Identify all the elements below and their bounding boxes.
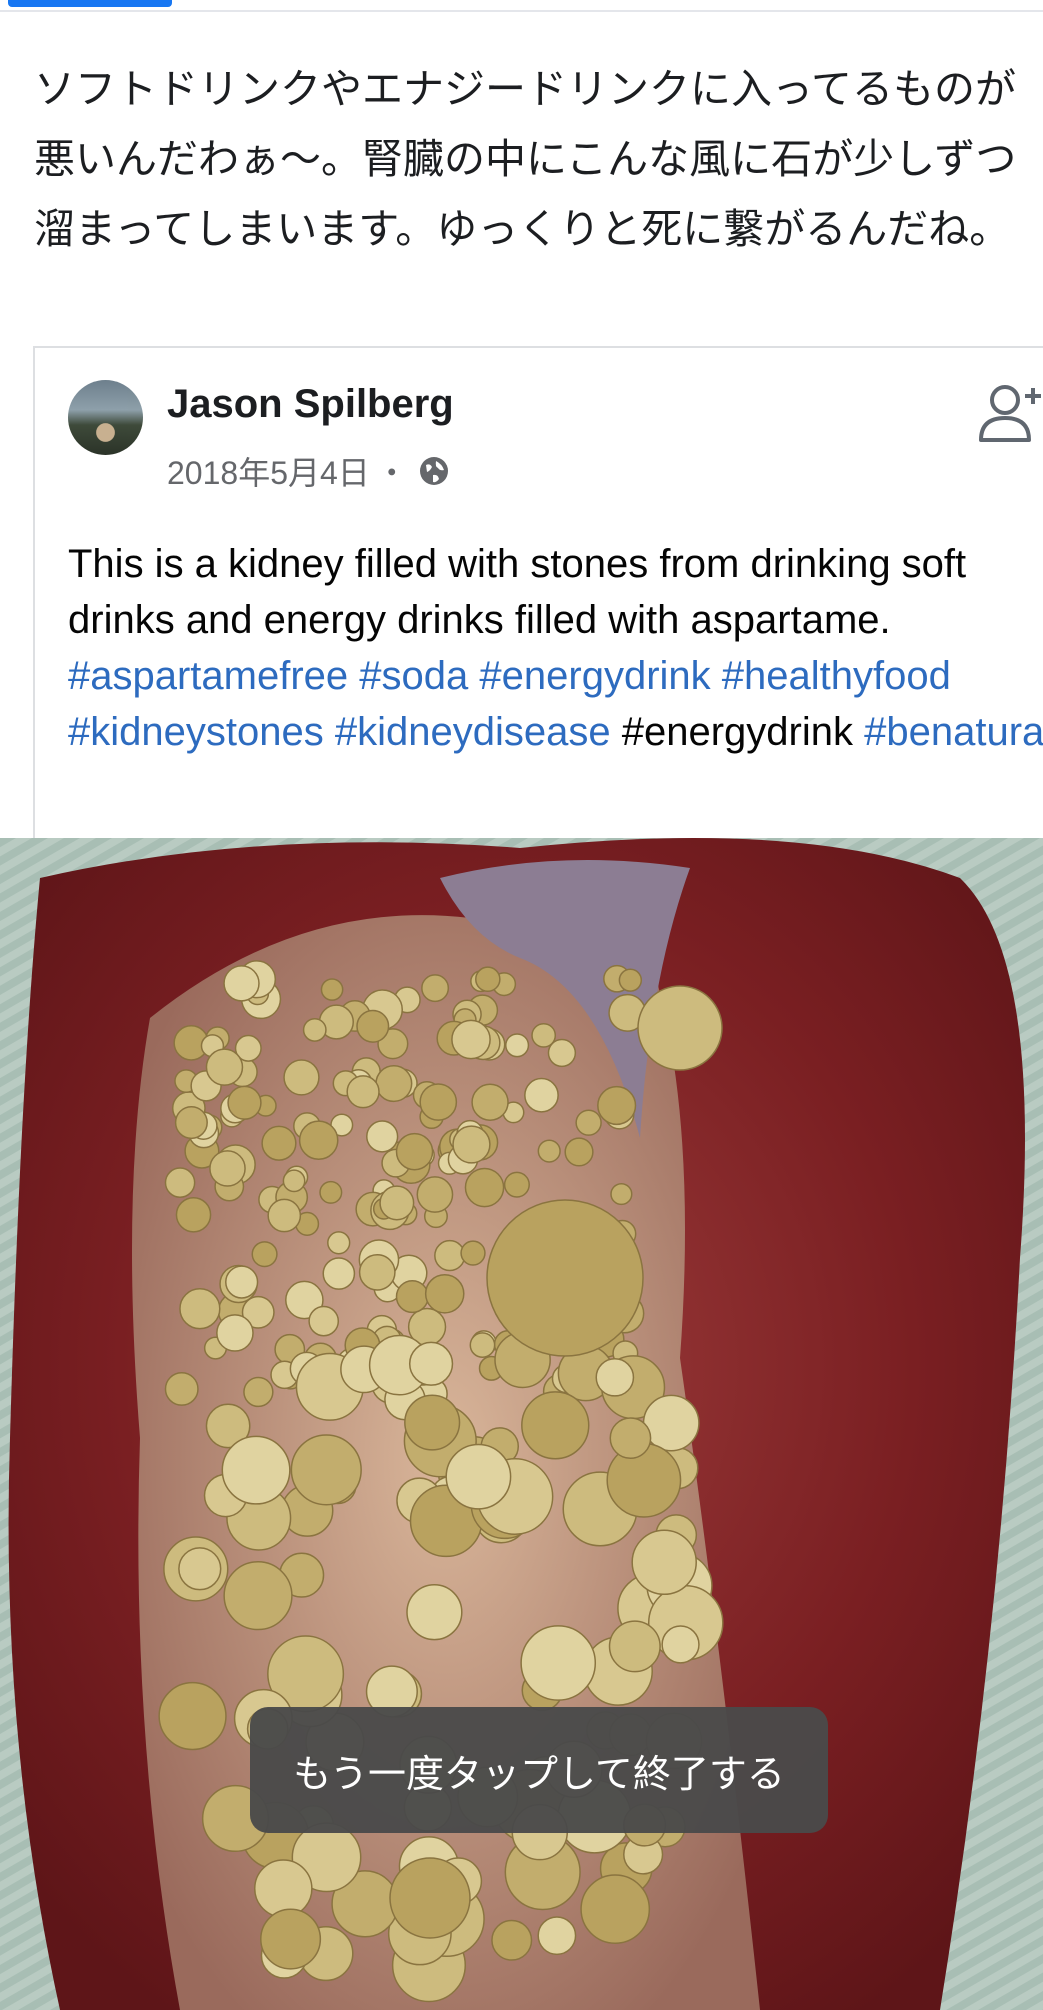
top-bar bbox=[0, 0, 1043, 12]
hashtag-link[interactable]: #kidneydisease bbox=[335, 710, 611, 754]
hashtag-link[interactable]: #energydrink bbox=[479, 654, 710, 698]
hashtag-link[interactable]: #kidneystones bbox=[68, 710, 324, 754]
add-friend-icon[interactable] bbox=[975, 378, 1043, 448]
post-photo[interactable] bbox=[0, 838, 1043, 2010]
active-tab-indicator bbox=[8, 0, 172, 7]
exit-toast: もう一度タップして終了する bbox=[250, 1707, 828, 1833]
author-name[interactable]: Jason Spilberg bbox=[167, 382, 454, 427]
hashtag-link[interactable]: #benatural bbox=[864, 710, 1043, 754]
hashtag-link[interactable]: #healthyfood bbox=[722, 654, 951, 698]
globe-icon bbox=[418, 455, 450, 487]
exit-toast-message: もう一度タップして終了する bbox=[293, 1751, 785, 1796]
hashtag-link[interactable]: #aspartamefree bbox=[68, 654, 348, 698]
hashtag-text: #energydrink bbox=[621, 710, 853, 754]
post-meta: 2018年5月4日 ・ bbox=[167, 448, 450, 494]
post-date[interactable]: 2018年5月4日 bbox=[167, 448, 370, 494]
hashtag-link[interactable]: #soda bbox=[359, 654, 468, 698]
shared-post-body: This is a kidney filled with stones from… bbox=[68, 536, 1043, 760]
shared-post-card[interactable]: Jason Spilberg 2018年5月4日 ・ This is a kid… bbox=[33, 346, 1043, 868]
post-text: ソフトドリンクやエナジードリンクに入ってるものが悪いんだわぁ〜。腎臓の中にこんな… bbox=[34, 65, 1017, 253]
author-avatar[interactable] bbox=[68, 380, 143, 455]
shared-post-text: This is a kidney filled with stones from… bbox=[68, 542, 967, 642]
hashtag-list: #aspartamefree #soda #energydrink #healt… bbox=[68, 654, 1043, 754]
meta-separator: ・ bbox=[375, 455, 408, 491]
